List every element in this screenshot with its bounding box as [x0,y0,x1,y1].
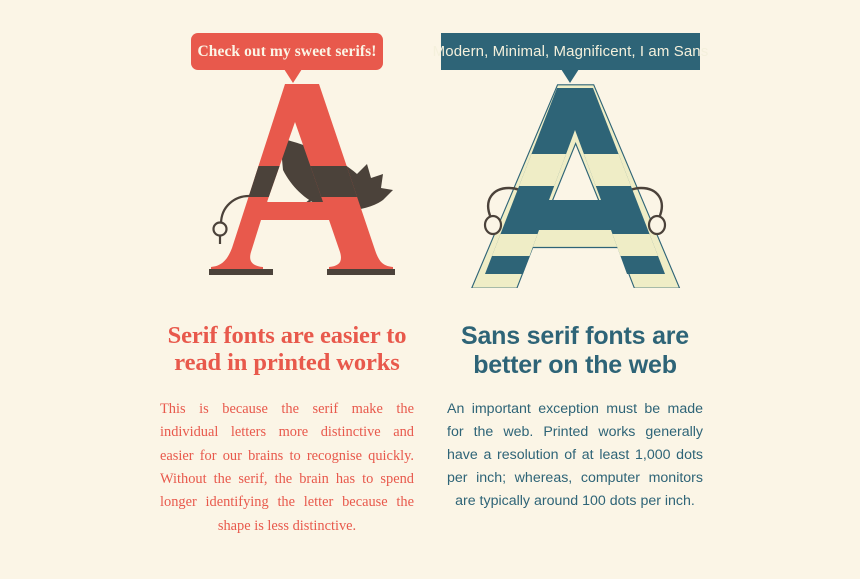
sans-heading: Sans serif fonts are better on the web [460,322,690,379]
serif-column: Check out my sweet serifs! Serif fonts a… [143,0,431,579]
serif-letter-a-illustration [143,78,431,288]
left-foot-bar-icon [209,269,273,275]
infographic-canvas: Check out my sweet serifs! Serif fonts a… [0,0,860,579]
left-hand-icon [483,214,503,236]
left-hand-icon [212,221,228,237]
sans-speech-bubble-text: Modern, Minimal, Magnificent, I am Sans [432,43,709,60]
serif-speech-bubble-text: Check out my sweet serifs! [197,42,377,60]
sans-letter-a-illustration [431,78,719,288]
sans-column: Modern, Minimal, Magnificent, I am Sans [431,0,719,579]
sans-body-paragraph: An important exception must be made for … [447,401,703,509]
sans-speech-bubble: Modern, Minimal, Magnificent, I am Sans [433,33,708,83]
serif-heading: Serif fonts are easier to read in printe… [167,322,407,377]
right-hand-icon [647,214,667,236]
right-foot-bar-icon [327,269,395,275]
serif-speech-bubble: Check out my sweet serifs! [191,33,383,83]
serif-body-paragraph: This is because the serif make the indiv… [160,401,414,534]
